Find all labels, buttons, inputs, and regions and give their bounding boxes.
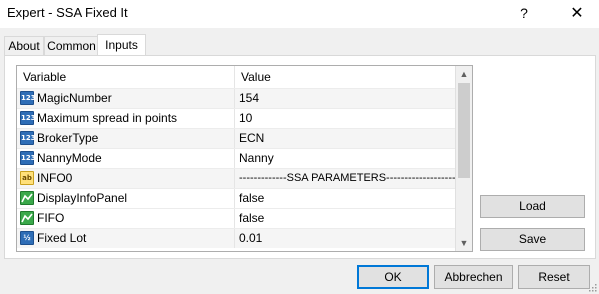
value-cell[interactable]: ECN <box>235 129 455 148</box>
integer-type-icon: 123 <box>20 151 36 165</box>
grid-header: Variable Value <box>17 66 455 88</box>
scroll-thumb[interactable] <box>458 83 470 178</box>
variable-name: NannyMode <box>37 151 102 165</box>
tab-inputs[interactable]: Inputs <box>97 34 146 57</box>
close-button[interactable]: ✕ <box>566 4 588 24</box>
load-button[interactable]: Load <box>480 195 585 218</box>
integer-type-icon: 123 <box>20 91 36 105</box>
boolean-type-icon <box>20 211 34 225</box>
tab-about[interactable]: About <box>4 36 44 56</box>
value-cell[interactable]: false <box>235 189 455 208</box>
variable-cell: 123 MagicNumber <box>17 89 235 108</box>
table-row[interactable]: FIFO false <box>17 208 455 228</box>
table-row[interactable]: ab INFO0 -------------SSA PARAMETERS----… <box>17 168 455 188</box>
table-row[interactable]: DisplayInfoPanel false <box>17 188 455 208</box>
boolean-type-icon <box>20 191 34 205</box>
variable-cell: FIFO <box>17 209 235 228</box>
vertical-scrollbar[interactable]: ▲ ▼ <box>455 66 472 251</box>
string-type-icon: ab <box>20 171 34 185</box>
double-type-icon: ½ <box>20 231 34 245</box>
variable-name: DisplayInfoPanel <box>37 191 128 205</box>
save-button[interactable]: Save <box>480 228 585 251</box>
inputs-grid[interactable]: Variable Value 123 MagicNumber 154 123 M… <box>16 65 473 252</box>
variable-cell: DisplayInfoPanel <box>17 189 235 208</box>
variable-cell: 123 Maximum spread in points <box>17 109 235 128</box>
window-title: Expert - SSA Fixed It <box>7 5 128 20</box>
integer-type-icon: 123 <box>20 111 36 125</box>
resize-grip-icon[interactable] <box>587 282 597 292</box>
table-row[interactable]: 123 MagicNumber 154 <box>17 88 455 108</box>
column-header-value[interactable]: Value <box>235 66 455 88</box>
title-bar: Expert - SSA Fixed It ? ✕ <box>0 0 599 28</box>
inputs-panel: Variable Value 123 MagicNumber 154 123 M… <box>4 55 596 259</box>
value-cell[interactable]: 10 <box>235 109 455 128</box>
variable-name: Fixed Lot <box>37 231 87 245</box>
value-cell[interactable]: -------------SSA PARAMETERS-------------… <box>235 169 455 188</box>
variable-name: BrokerType <box>37 131 99 145</box>
table-row[interactable]: 123 BrokerType ECN <box>17 128 455 148</box>
value-cell[interactable]: 0.01 <box>235 229 455 248</box>
help-button[interactable]: ? <box>515 4 533 22</box>
cancel-button[interactable]: Abbrechen <box>434 265 513 289</box>
scroll-down-arrow-icon[interactable]: ▼ <box>456 235 472 251</box>
tab-common[interactable]: Common <box>44 36 99 56</box>
variable-cell: 123 BrokerType <box>17 129 235 148</box>
table-row[interactable]: 123 NannyMode Nanny <box>17 148 455 168</box>
ok-button[interactable]: OK <box>357 265 429 289</box>
table-row[interactable]: 123 Maximum spread in points 10 <box>17 108 455 128</box>
column-header-variable[interactable]: Variable <box>17 66 235 88</box>
value-cell[interactable]: 154 <box>235 89 455 108</box>
reset-button[interactable]: Reset <box>518 265 590 289</box>
value-cell[interactable]: Nanny <box>235 149 455 168</box>
variable-name: Maximum spread in points <box>37 111 178 125</box>
variable-name: FIFO <box>37 211 65 225</box>
integer-type-icon: 123 <box>20 131 36 145</box>
variable-name: MagicNumber <box>37 91 112 105</box>
table-row[interactable]: ½ Fixed Lot 0.01 <box>17 228 455 248</box>
variable-cell: ab INFO0 <box>17 169 235 188</box>
variable-cell: ½ Fixed Lot <box>17 229 235 248</box>
scroll-up-arrow-icon[interactable]: ▲ <box>456 66 472 82</box>
variable-cell: 123 NannyMode <box>17 149 235 168</box>
value-cell[interactable]: false <box>235 209 455 228</box>
variable-name: INFO0 <box>37 171 73 185</box>
